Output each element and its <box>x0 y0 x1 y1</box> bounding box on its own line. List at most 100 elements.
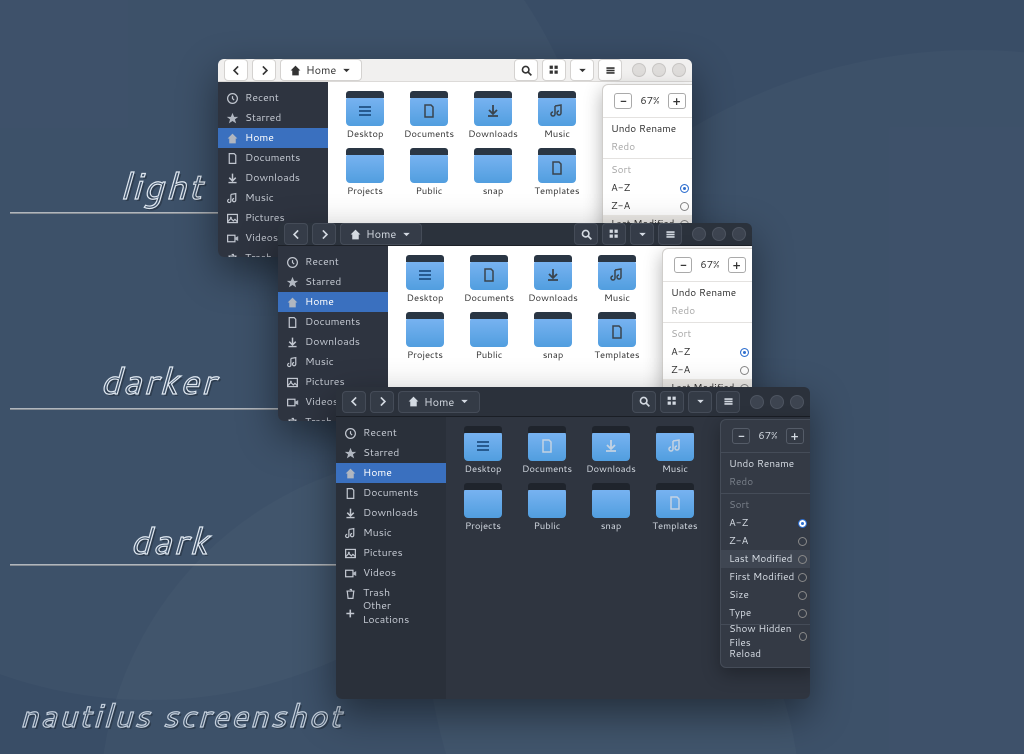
folder-item[interactable]: Documents <box>464 254 514 305</box>
close-button[interactable] <box>790 395 804 409</box>
folder-item[interactable]: Templates <box>650 482 700 533</box>
sidebar-item-downloads[interactable]: Downloads <box>278 332 388 352</box>
folder-item[interactable]: Documents <box>404 90 454 141</box>
sidebar-item-music[interactable]: Music <box>336 523 446 543</box>
zoom-out-button[interactable]: − <box>732 428 750 444</box>
folder-item[interactable]: Music <box>650 425 700 476</box>
location-pill[interactable]: Home <box>340 223 422 245</box>
hamburger-button[interactable] <box>658 223 682 245</box>
folder-item[interactable]: Desktop <box>458 425 508 476</box>
folder-icon <box>528 431 566 461</box>
sidebar-item-downloads[interactable]: Downloads <box>218 168 328 188</box>
forward-button[interactable] <box>370 391 394 413</box>
folder-item[interactable]: snap <box>586 482 636 533</box>
sidebar-item-home[interactable]: Home <box>336 463 446 483</box>
sort-option[interactable]: First Modified <box>721 568 810 586</box>
view-grid-button[interactable] <box>542 59 566 81</box>
close-button[interactable] <box>732 227 746 241</box>
minimize-button[interactable] <box>750 395 764 409</box>
forward-button[interactable] <box>312 223 336 245</box>
folder-item[interactable]: Desktop <box>340 90 390 141</box>
view-grid-button[interactable] <box>660 391 684 413</box>
folder-item[interactable]: Documents <box>522 425 572 476</box>
search-button[interactable] <box>632 391 656 413</box>
folder-item[interactable]: Projects <box>400 311 450 362</box>
sidebar-item-home[interactable]: Home <box>218 128 328 148</box>
maximize-button[interactable] <box>652 63 666 77</box>
sidebar-item-music[interactable]: Music <box>218 188 328 208</box>
folder-item[interactable]: Public <box>522 482 572 533</box>
view-options-button[interactable] <box>630 223 654 245</box>
sort-option[interactable]: A-Z <box>603 179 692 197</box>
folder-item[interactable]: Downloads <box>586 425 636 476</box>
redo-action: Redo <box>603 138 692 156</box>
search-button[interactable] <box>514 59 538 81</box>
folder-item[interactable]: Public <box>464 311 514 362</box>
sidebar-item-starred[interactable]: Starred <box>278 272 388 292</box>
back-button[interactable] <box>342 391 366 413</box>
zoom-in-button[interactable]: + <box>786 428 804 444</box>
zoom-out-button[interactable]: − <box>674 257 692 273</box>
view-grid-button[interactable] <box>602 223 626 245</box>
back-button[interactable] <box>284 223 308 245</box>
sidebar-item-music[interactable]: Music <box>278 352 388 372</box>
sort-option[interactable]: A-Z <box>721 514 810 532</box>
maximize-button[interactable] <box>712 227 726 241</box>
sidebar-item-starred[interactable]: Starred <box>336 443 446 463</box>
sidebar-item-pictures[interactable]: Pictures <box>336 543 446 563</box>
sidebar-item-home[interactable]: Home <box>278 292 388 312</box>
sidebar-item-videos[interactable]: Videos <box>336 563 446 583</box>
zoom-in-button[interactable]: + <box>728 257 746 273</box>
folder-item[interactable]: Downloads <box>528 254 578 305</box>
view-options-button[interactable] <box>570 59 594 81</box>
sidebar-item-downloads[interactable]: Downloads <box>336 503 446 523</box>
undo-action[interactable]: Undo Rename <box>721 455 810 473</box>
minimize-button[interactable] <box>632 63 646 77</box>
folder-item[interactable]: Projects <box>458 482 508 533</box>
sidebar-item-documents[interactable]: Documents <box>218 148 328 168</box>
folder-item[interactable]: Templates <box>532 147 582 198</box>
hamburger-button[interactable] <box>716 391 740 413</box>
minimize-button[interactable] <box>692 227 706 241</box>
location-pill[interactable]: Home <box>398 391 480 413</box>
sort-option[interactable]: Z-A <box>721 532 810 550</box>
sort-option[interactable]: Z-A <box>663 361 752 379</box>
sidebar-item-recent[interactable]: Recent <box>218 88 328 108</box>
folder-item[interactable]: Templates <box>592 311 642 362</box>
folder-item[interactable]: Projects <box>340 147 390 198</box>
sort-option[interactable]: Size <box>721 586 810 604</box>
hamburger-button[interactable] <box>598 59 622 81</box>
sidebar-item-recent[interactable]: Recent <box>278 252 388 272</box>
sidebar-item-documents[interactable]: Documents <box>336 483 446 503</box>
folder-item[interactable]: snap <box>528 311 578 362</box>
folder-item[interactable]: Downloads <box>468 90 518 141</box>
location-pill[interactable]: Home <box>280 59 362 81</box>
sidebar-item-starred[interactable]: Starred <box>218 108 328 128</box>
sidebar-item-label: Home <box>245 131 274 145</box>
sidebar-item-recent[interactable]: Recent <box>336 423 446 443</box>
close-button[interactable] <box>672 63 686 77</box>
zoom-out-button[interactable]: − <box>614 93 632 109</box>
folder-icon <box>592 488 630 518</box>
folder-item[interactable]: Music <box>592 254 642 305</box>
folder-item[interactable]: Desktop <box>400 254 450 305</box>
sort-option[interactable]: Type <box>721 604 810 622</box>
sort-option[interactable]: Last Modified <box>721 550 810 568</box>
sort-option[interactable]: Z-A <box>603 197 692 215</box>
folder-item[interactable]: Public <box>404 147 454 198</box>
maximize-button[interactable] <box>770 395 784 409</box>
forward-button[interactable] <box>252 59 276 81</box>
sidebar-item-other locations[interactable]: Other Locations <box>336 603 446 623</box>
zoom-in-button[interactable]: + <box>668 93 686 109</box>
folder-item[interactable]: Music <box>532 90 582 141</box>
sort-option[interactable]: A-Z <box>663 343 752 361</box>
folder-item[interactable]: snap <box>468 147 518 198</box>
back-button[interactable] <box>224 59 248 81</box>
show-hidden-toggle[interactable]: Show Hidden Files <box>721 627 810 645</box>
undo-action[interactable]: Undo Rename <box>603 120 692 138</box>
sidebar-item-documents[interactable]: Documents <box>278 312 388 332</box>
undo-action[interactable]: Undo Rename <box>663 284 752 302</box>
view-options-button[interactable] <box>688 391 712 413</box>
search-button[interactable] <box>574 223 598 245</box>
back-icon <box>230 64 243 77</box>
